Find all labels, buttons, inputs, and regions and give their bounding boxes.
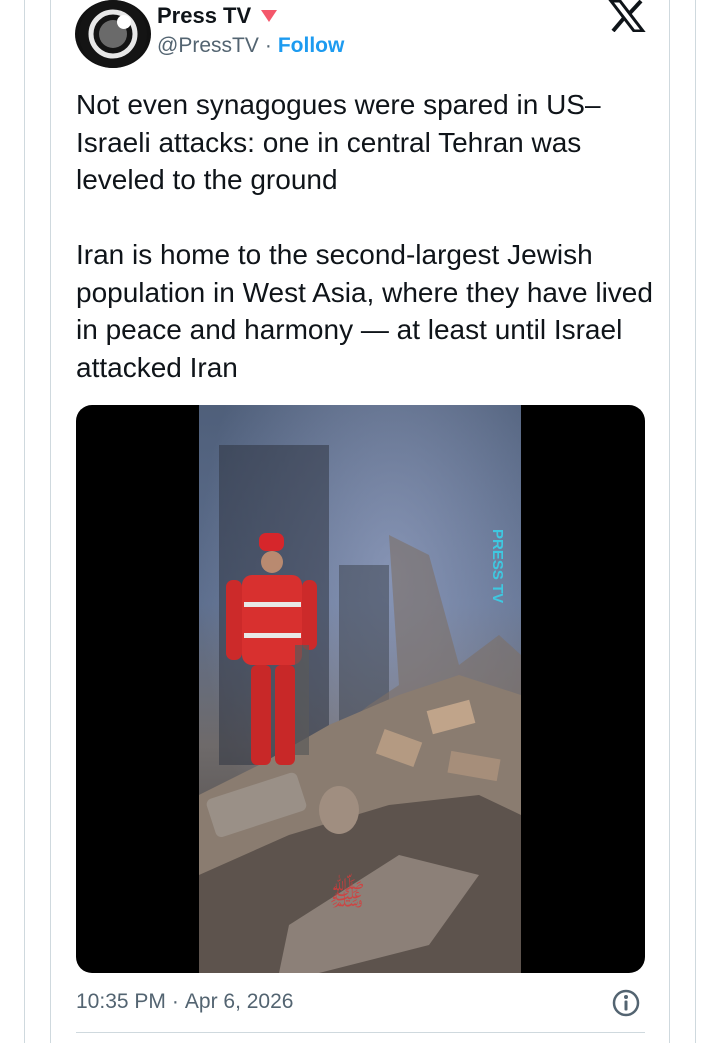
x-logo-icon[interactable] (607, 0, 647, 32)
frame-border-right-outer (695, 0, 696, 1043)
video-frame: PRESS TV ﷺ (199, 405, 521, 973)
tweet-card: Press TV @PressTV · Follow Not even syna… (51, 0, 669, 1043)
author-name-row: Press TV (157, 2, 279, 30)
tweet-video[interactable]: PRESS TV ﷺ (76, 405, 645, 973)
handle-separator: · (264, 34, 272, 57)
author-handle[interactable]: @PressTV (157, 34, 259, 58)
avatar[interactable] (75, 0, 151, 68)
frame-border-right-inner (669, 0, 670, 1043)
tweet-date[interactable]: Apr 6, 2026 (185, 990, 294, 1014)
frame-border-left-outer (24, 0, 25, 1043)
tweet-text: Not even synagogues were spared in US–Is… (76, 89, 653, 383)
video-watermark: PRESS TV (489, 529, 506, 603)
tweet-divider (76, 1032, 645, 1033)
press-tv-logo-icon (79, 0, 147, 68)
author-display-name[interactable]: Press TV (157, 3, 251, 29)
author-handle-row: @PressTV · Follow (157, 34, 344, 58)
tweet-time[interactable]: 10:35 PM (76, 990, 166, 1014)
video-calligraphy-mark: ﷺ (329, 873, 365, 913)
red-down-triangle-icon (261, 10, 278, 22)
meta-separator: · (171, 990, 179, 1013)
info-circle-icon[interactable] (611, 988, 641, 1018)
tweet-meta-row: 10:35 PM · Apr 6, 2026 (76, 986, 645, 1018)
follow-button[interactable]: Follow (278, 34, 345, 58)
